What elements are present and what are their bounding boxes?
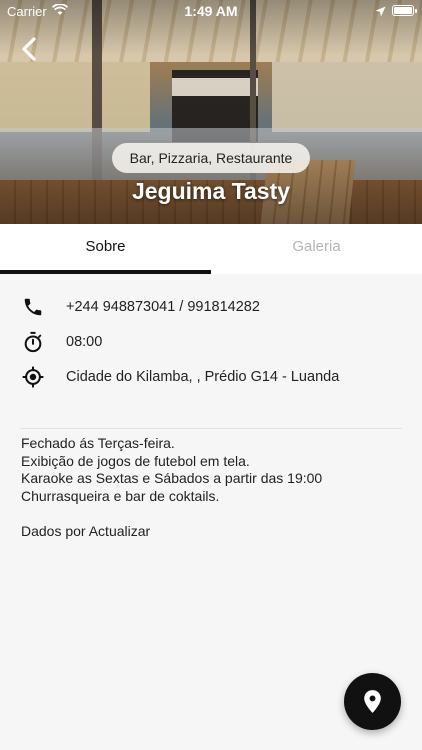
phone-icon xyxy=(22,296,44,318)
description-line: Dados por Actualizar xyxy=(21,522,151,539)
battery-icon xyxy=(392,5,417,16)
address: Cidade do Kilamba, , Prédio G14 - Luanda xyxy=(66,369,340,385)
phone-number: +244 948873041 / 991814282 xyxy=(66,299,260,315)
stopwatch-icon xyxy=(22,331,44,353)
opening-hours: 08:00 xyxy=(66,334,103,350)
location-target-icon xyxy=(22,366,44,388)
tab-bar: Sobre Galeria xyxy=(0,224,422,274)
description-line: Fechado ás Terças-feira. xyxy=(21,435,175,451)
location-arrow-icon xyxy=(375,5,386,20)
tab-galeria[interactable]: Galeria xyxy=(211,224,422,274)
place-title: Jeguima Tasty xyxy=(131,178,291,204)
category-badge: Bar, Pizzaria, Restaurante xyxy=(112,143,310,173)
description-line: Exibição de jogos de futebol em tela. xyxy=(21,452,250,469)
description: Fechado ás Terças-feira. Exibição de jog… xyxy=(21,435,401,540)
section-divider xyxy=(20,428,402,429)
tab-sobre[interactable]: Sobre xyxy=(0,224,211,274)
description-line xyxy=(21,505,401,523)
active-tab-indicator xyxy=(0,270,211,274)
hours-row: 08:00 xyxy=(0,328,422,358)
status-time: 1:49 AM xyxy=(184,3,238,19)
phone-row[interactable]: +244 948873041 / 991814282 xyxy=(0,293,422,323)
status-bar: Carrier 1:49 AM xyxy=(0,0,422,22)
description-line: Churrasqueira e bar de coktails. xyxy=(21,487,220,504)
chevron-left-icon xyxy=(22,37,36,61)
address-row[interactable]: Cidade do Kilamba, , Prédio G14 - Luanda xyxy=(0,363,422,393)
map-pin-icon xyxy=(364,690,381,713)
map-button[interactable] xyxy=(344,673,401,730)
description-line: Karaoke as Sextas e Sábados a partir das… xyxy=(21,470,323,486)
back-button[interactable] xyxy=(18,36,42,62)
